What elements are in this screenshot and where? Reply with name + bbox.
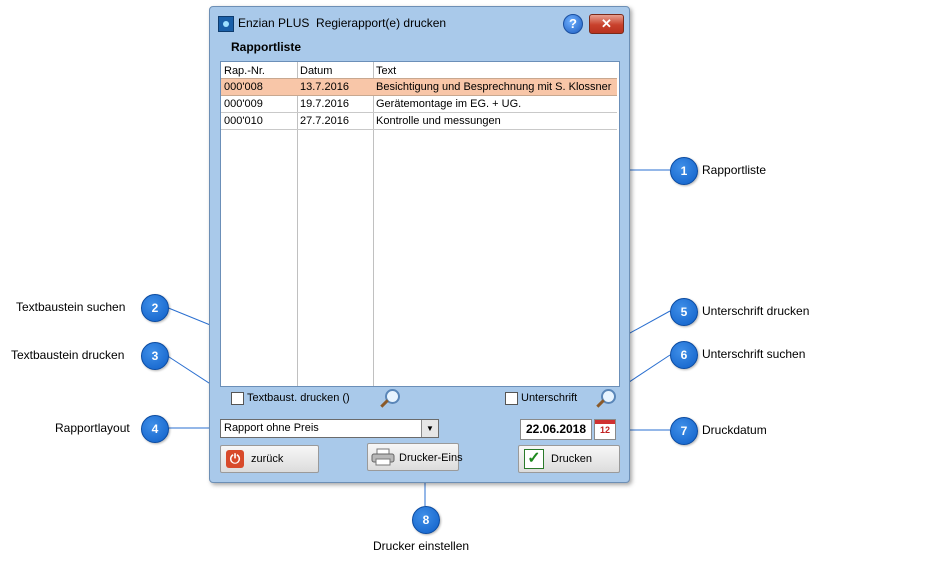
row-nr: 000'008 bbox=[224, 81, 263, 93]
callout-label-1: Rapportliste bbox=[702, 163, 767, 177]
rapport-list[interactable]: Rap.-Nr. Datum Text 000'008 13.7.2016 Be… bbox=[220, 61, 620, 387]
callout-badge-1: 1 bbox=[670, 157, 698, 185]
printer-icon bbox=[371, 448, 395, 466]
rapportlayout-value: Rapport ohne Preis bbox=[224, 422, 319, 434]
callout-label-7: Druckdatum bbox=[702, 423, 767, 437]
callout-badge-2: 2 bbox=[141, 294, 169, 322]
power-icon: ⏻ bbox=[226, 450, 244, 468]
row-datum: 27.7.2016 bbox=[300, 115, 349, 127]
callout-badge-8: 8 bbox=[412, 506, 440, 534]
callout-label-2: Textbaustein suchen bbox=[16, 300, 126, 314]
zurueck-button[interactable]: ⏻ zurück bbox=[220, 445, 319, 473]
unterschrift-search-button[interactable] bbox=[594, 387, 618, 411]
drucker-einstellen-button[interactable]: Drucker-Eins bbox=[367, 443, 463, 471]
row-text: Gerätemontage im EG. + UG. bbox=[376, 98, 522, 110]
help-button[interactable]: ? bbox=[563, 14, 583, 34]
app-icon bbox=[218, 16, 234, 32]
row-text: Kontrolle und messungen bbox=[376, 115, 501, 127]
row-nr: 000'009 bbox=[224, 98, 263, 110]
magnifier-handle bbox=[380, 399, 389, 408]
row-text: Besichtigung und Besprechnung mit S. Klo… bbox=[376, 81, 612, 93]
callout-label-3: Textbaustein drucken bbox=[11, 348, 125, 362]
column-header-nr[interactable]: Rap.-Nr. bbox=[224, 65, 265, 77]
title-bar: Enzian PLUS Regierapport(e) drucken ? ✕ bbox=[210, 7, 629, 37]
druckdatum-field[interactable]: 22.06.2018 bbox=[520, 419, 592, 440]
callout-label-5: Unterschrift drucken bbox=[702, 304, 810, 318]
callout-badge-5: 5 bbox=[670, 298, 698, 326]
unterschrift-label: Unterschrift bbox=[521, 392, 578, 404]
calendar-header bbox=[595, 420, 615, 424]
window-title: Enzian PLUS Regierapport(e) drucken bbox=[238, 16, 447, 30]
callout-badge-7: 7 bbox=[670, 417, 698, 445]
callout-label-6: Unterschrift suchen bbox=[702, 347, 806, 361]
row-datum: 19.7.2016 bbox=[300, 98, 349, 110]
unterschrift-checkbox[interactable] bbox=[505, 392, 518, 405]
list-row[interactable]: 000'010 27.7.2016 Kontrolle und messunge… bbox=[221, 113, 617, 130]
rapportlayout-select[interactable]: Rapport ohne Preis ▼ bbox=[220, 419, 439, 438]
list-row[interactable]: 000'008 13.7.2016 Besichtigung und Bespr… bbox=[221, 78, 617, 96]
drucker-eins-label: Drucker-Eins bbox=[399, 452, 463, 464]
magnifier-handle bbox=[596, 399, 605, 408]
chevron-down-icon[interactable]: ▼ bbox=[421, 420, 438, 437]
checkmark-icon: ✓ bbox=[524, 449, 544, 469]
callout-badge-3: 3 bbox=[141, 342, 169, 370]
callout-label-8: Drucker einstellen bbox=[373, 539, 470, 553]
textbaustein-checkbox[interactable] bbox=[231, 392, 244, 405]
list-row[interactable]: 000'009 19.7.2016 Gerätemontage im EG. +… bbox=[221, 96, 617, 113]
textbaustein-search-button[interactable] bbox=[378, 387, 402, 411]
textbaustein-label: Textbaust. drucken () bbox=[247, 392, 350, 404]
callout-label-4: Rapportlayout bbox=[55, 421, 130, 435]
close-button[interactable]: ✕ bbox=[589, 14, 624, 34]
list-header: Rap.-Nr. Datum Text bbox=[221, 62, 617, 78]
drucken-button[interactable]: ✓ Drucken bbox=[518, 445, 620, 473]
zurueck-label: zurück bbox=[251, 453, 284, 465]
column-header-datum[interactable]: Datum bbox=[300, 65, 332, 77]
callout-badge-6: 6 bbox=[670, 341, 698, 369]
callout-badge-4: 4 bbox=[141, 415, 169, 443]
dialog-window: Enzian PLUS Regierapport(e) drucken ? ✕ … bbox=[209, 6, 630, 483]
section-label-rapportliste: Rapportliste bbox=[231, 40, 302, 54]
drucken-label: Drucken bbox=[551, 453, 592, 465]
row-datum: 13.7.2016 bbox=[300, 81, 349, 93]
calendar-day: 12 bbox=[599, 425, 610, 435]
row-nr: 000'010 bbox=[224, 115, 263, 127]
column-header-text[interactable]: Text bbox=[376, 65, 396, 77]
calendar-icon[interactable]: 12 bbox=[594, 419, 616, 440]
